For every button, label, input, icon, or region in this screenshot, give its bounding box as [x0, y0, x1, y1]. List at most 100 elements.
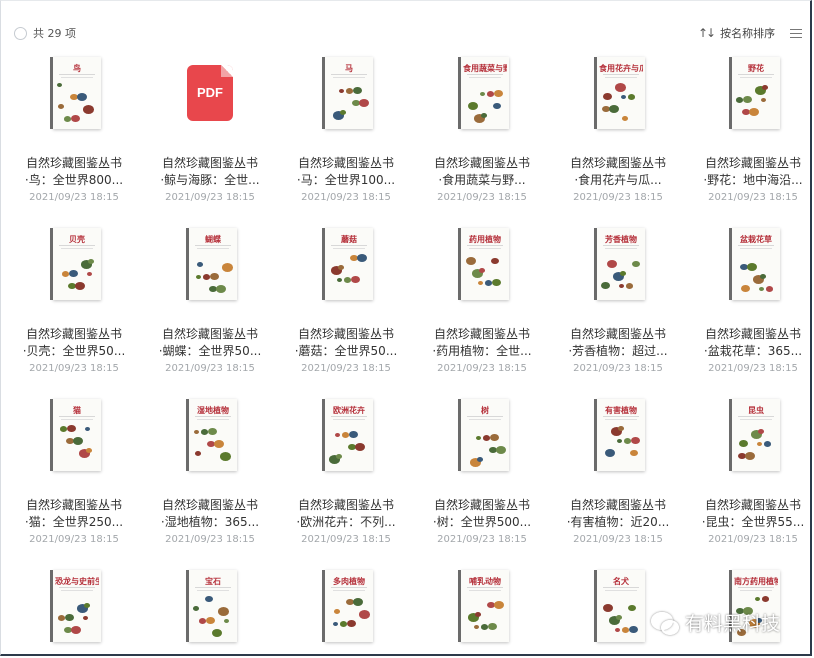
file-name-line2: ·蝴蝶：全世界50...	[158, 344, 262, 358]
file-name-line1: 自然珍藏图鉴丛书	[704, 498, 801, 512]
item-count: 共 29 项	[33, 27, 76, 40]
select-all-checkbox[interactable]	[14, 27, 27, 40]
file-name-line1: 自然珍藏图鉴丛书	[297, 498, 394, 512]
cover-title: 食用花卉与瓜果	[599, 63, 643, 73]
cover-illustration	[57, 596, 97, 636]
file-name-line2: ·欧洲花卉：不列...	[296, 515, 396, 529]
file-name: 自然珍藏图鉴丛书 ·盆栽花草：365...	[693, 326, 810, 360]
modified-date: 2021/09/23 18:15	[165, 192, 255, 203]
cover-illustration	[601, 83, 641, 123]
cover-title: 南方药用植物	[734, 576, 778, 586]
file-name-line1: 自然珍藏图鉴丛书	[433, 327, 530, 341]
modified-date: 2021/09/23 18:15	[708, 534, 798, 545]
cover-illustration	[601, 596, 641, 636]
file-name: 自然珍藏图鉴丛书 ·蘑菇：全世界50...	[286, 326, 406, 360]
cover-illustration	[736, 83, 776, 123]
cover-title: 名犬	[613, 576, 629, 586]
book-cover-thumbnail: 恐龙与史前生命	[53, 570, 101, 642]
modified-date: 2021/09/23 18:15	[573, 192, 663, 203]
cover-title: 哺乳动物	[469, 576, 501, 586]
file-name-line1: 自然珍藏图鉴丛书	[433, 156, 530, 170]
modified-date: 2021/09/23 18:15	[437, 192, 527, 203]
file-name: 自然珍藏图鉴丛书 ·鲸与海豚：全世...	[150, 155, 270, 189]
file-name: 自然珍藏图鉴丛书 ·有害植物：近20...	[558, 497, 678, 531]
cover-title: 猫	[73, 405, 81, 415]
cover-illustration	[465, 83, 505, 123]
file-name-line1: 自然珍藏图鉴丛书	[704, 327, 801, 341]
modified-date: 2021/09/23 18:15	[29, 534, 119, 545]
file-name-line2: ·湿地植物：365...	[160, 515, 260, 529]
cover-title: 鸟	[73, 63, 81, 73]
watermark-text: 有料黑科技	[685, 613, 781, 635]
file-name-line1: 自然珍藏图鉴丛书	[297, 327, 394, 341]
book-cover-thumbnail: 多肉植物	[325, 570, 373, 642]
cover-illustration	[329, 254, 369, 294]
file-name-line2: ·药用植物：全世...	[432, 344, 532, 358]
modified-date: 2021/09/23 18:15	[573, 534, 663, 545]
modified-date: 2021/09/23 18:15	[437, 363, 527, 374]
cover-illustration	[193, 254, 233, 294]
book-cover-thumbnail: 树	[461, 399, 509, 471]
pdf-label: PDF	[197, 85, 223, 100]
file-name-line2: ·有害植物：近20...	[566, 515, 670, 529]
file-name: 自然珍藏图鉴丛书 ·贝壳：全世界50...	[14, 326, 134, 360]
modified-date: 2021/09/23 18:15	[29, 363, 119, 374]
book-cover-thumbnail: 名犬	[597, 570, 645, 642]
cover-title: 昆虫	[748, 405, 764, 415]
file-name-line1: 自然珍藏图鉴丛书	[25, 327, 122, 341]
file-name: 自然珍藏图鉴丛书 ·野花：地中海沿...	[693, 155, 810, 189]
list-view-icon[interactable]	[790, 29, 802, 41]
book-cover-thumbnail: 贝壳	[53, 228, 101, 300]
modified-date: 2021/09/23 18:15	[573, 363, 663, 374]
modified-date: 2021/09/23 18:15	[301, 363, 391, 374]
file-name-line1: 自然珍藏图鉴丛书	[297, 156, 394, 170]
cover-title: 蝴蝶	[205, 234, 221, 244]
file-name-line2: ·食用花卉与瓜...	[574, 173, 662, 187]
cover-title: 湿地植物	[197, 405, 229, 415]
file-name-line2: ·食用蔬菜与野...	[438, 173, 526, 187]
cover-illustration	[736, 254, 776, 294]
book-cover-thumbnail: 蘑菇	[325, 228, 373, 300]
modified-date: 2021/09/23 18:15	[29, 192, 119, 203]
file-name: 自然珍藏图鉴丛书 ·药用植物：全世...	[422, 326, 542, 360]
cover-title: 多肉植物	[333, 576, 365, 586]
file-name: 自然珍藏图鉴丛书 ·食用蔬菜与野...	[422, 155, 542, 189]
file-name-line1: 自然珍藏图鉴丛书	[161, 327, 258, 341]
file-name: 自然珍藏图鉴丛书 ·树：全世界500...	[422, 497, 542, 531]
file-browser-window: 共 29 项 ↑↓ 按名称排序 鸟自然珍藏图鉴丛书 ·鸟：全世界800... 202…	[0, 0, 812, 656]
watermark: 有料黑科技	[651, 609, 780, 636]
book-cover-thumbnail: 欧洲花卉	[325, 399, 373, 471]
file-name: 自然珍藏图鉴丛书 ·欧洲花卉：不列...	[286, 497, 406, 531]
file-name-line1: 自然珍藏图鉴丛书	[25, 498, 122, 512]
cover-title: 欧洲花卉	[333, 405, 365, 415]
cover-illustration	[57, 425, 97, 465]
book-cover-thumbnail: 湿地植物	[189, 399, 237, 471]
sort-button[interactable]: ↑↓ 按名称排序	[698, 25, 775, 41]
file-name-line2: ·猫：全世界250...	[24, 515, 124, 529]
modified-date: 2021/09/23 18:15	[708, 192, 798, 203]
file-name-line2: ·盆栽花草：365...	[703, 344, 803, 358]
cover-title: 宝石	[205, 576, 221, 586]
file-name-line2: ·鸟：全世界800...	[24, 173, 124, 187]
file-name-line2: ·鲸与海豚：全世...	[160, 173, 260, 187]
book-cover-thumbnail: 猫	[53, 399, 101, 471]
file-name-line2: ·蘑菇：全世界50...	[294, 344, 398, 358]
cover-title: 食用蔬菜与野菜	[463, 63, 507, 73]
book-cover-thumbnail: 食用花卉与瓜果	[597, 57, 645, 129]
book-cover-thumbnail: 有害植物	[597, 399, 645, 471]
file-name: 自然珍藏图鉴丛书 ·芳香植物：超过...	[558, 326, 678, 360]
book-cover-thumbnail: 食用蔬菜与野菜	[461, 57, 509, 129]
file-name-line2: ·树：全世界500...	[432, 515, 532, 529]
cover-title: 蘑菇	[341, 234, 357, 244]
book-cover-thumbnail: 野花	[732, 57, 780, 129]
book-cover-thumbnail: 哺乳动物	[461, 570, 509, 642]
book-cover-thumbnail: 昆虫	[732, 399, 780, 471]
cover-illustration	[193, 596, 233, 637]
file-name-line2: ·野花：地中海沿...	[703, 173, 803, 187]
file-name: 自然珍藏图鉴丛书 ·蝴蝶：全世界50...	[150, 326, 270, 360]
file-name: 自然珍藏图鉴丛书 ·食用花卉与瓜...	[558, 155, 678, 189]
cover-illustration	[465, 596, 505, 636]
cover-title: 恐龙与史前生命	[55, 576, 99, 586]
file-name-line1: 自然珍藏图鉴丛书	[25, 156, 122, 170]
cover-illustration	[193, 425, 233, 465]
